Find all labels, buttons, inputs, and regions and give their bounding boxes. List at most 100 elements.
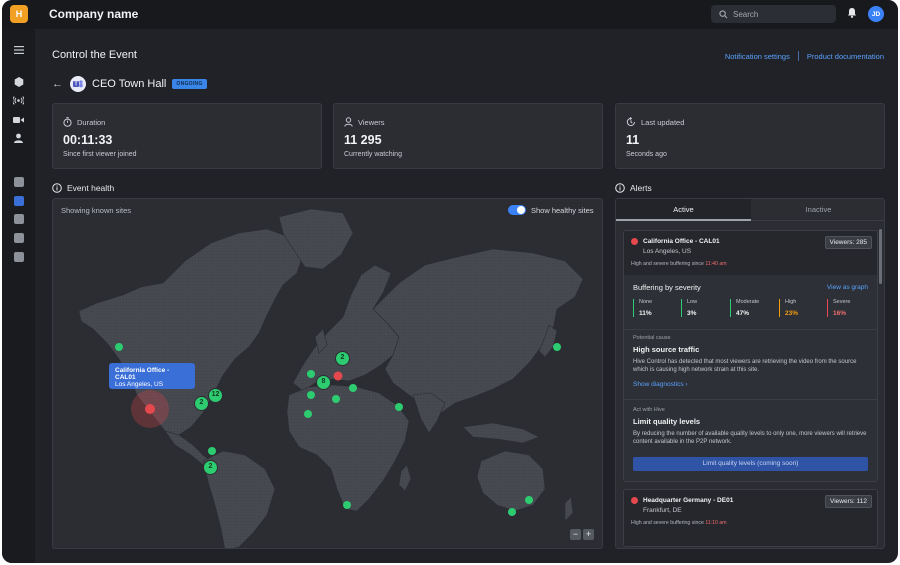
zoom-out-button[interactable]: − bbox=[570, 529, 581, 540]
alert-location: Frankfurt, DE bbox=[643, 507, 682, 514]
cluster-marker-us-east[interactable]: 12 bbox=[208, 388, 223, 403]
severity-none: None 11% bbox=[633, 299, 652, 317]
alert-note: High and severe buffering since 11:10 am bbox=[631, 520, 727, 526]
viewers-label: Viewers bbox=[358, 117, 385, 127]
cluster-marker-europe-north[interactable]: 2 bbox=[335, 351, 350, 366]
last-updated-label: Last updated bbox=[641, 117, 685, 127]
severity-pct: 11% bbox=[639, 310, 652, 317]
healthy-site-marker bbox=[307, 370, 315, 378]
alert-note: High and severe buffering since 11:40 am bbox=[631, 261, 727, 267]
video-camera-icon[interactable] bbox=[13, 114, 24, 125]
show-diagnostics-label: Show diagnostics bbox=[633, 381, 684, 388]
menu-icon[interactable] bbox=[13, 44, 24, 55]
healthy-site-marker bbox=[343, 501, 351, 509]
chevron-right-icon: › bbox=[685, 381, 688, 388]
person-icon bbox=[344, 117, 353, 127]
alerts-panel: Active Inactive California Office - CAL0… bbox=[615, 198, 885, 549]
cluster-marker-europe-central[interactable]: 8 bbox=[316, 375, 331, 390]
act-label: Act with Hive bbox=[633, 407, 665, 413]
viewers-badge: Viewers: 285 bbox=[824, 236, 872, 249]
user-avatar[interactable]: JD bbox=[868, 6, 884, 22]
severity-pct: 47% bbox=[736, 310, 750, 317]
nav-placeholder-icon-1[interactable] bbox=[13, 176, 24, 187]
zoom-in-button[interactable]: + bbox=[583, 529, 594, 540]
alert-location: Los Angeles, US bbox=[643, 248, 692, 255]
alerts-scrollbar[interactable] bbox=[879, 229, 882, 284]
teams-icon: T bbox=[70, 76, 86, 92]
duration-subtext: Since first viewer joined bbox=[63, 151, 137, 158]
severity-low: Low 3% bbox=[681, 299, 697, 317]
cluster-marker-south-america[interactable]: 2 bbox=[203, 460, 218, 475]
severity-title: Buffering by severity bbox=[633, 283, 701, 292]
viewers-badge: Viewers: 112 bbox=[825, 495, 872, 508]
world-map[interactable]: 2 8 12 2 2 Showing known sites Show heal… bbox=[52, 198, 603, 549]
severity-high: High 23% bbox=[779, 299, 798, 317]
severity-pct: 23% bbox=[785, 310, 799, 317]
svg-text:T: T bbox=[74, 82, 77, 88]
event-header: ← T CEO Town Hall ONGOING bbox=[52, 76, 207, 92]
severity-name: Severe bbox=[833, 299, 851, 305]
show-healthy-toggle[interactable]: Show healthy sites bbox=[508, 205, 594, 215]
severity-name: Moderate bbox=[736, 299, 760, 305]
healthy-site-marker bbox=[304, 410, 312, 418]
site-tooltip: California Office - CAL01 Los Angeles, U… bbox=[109, 363, 195, 389]
zoom-controls: − + bbox=[570, 529, 594, 540]
alert-time: 11:10 am bbox=[705, 520, 727, 526]
product-documentation-link[interactable]: Product documentation bbox=[807, 52, 884, 61]
tooltip-title: California Office - CAL01 bbox=[115, 367, 170, 381]
alert-card-de01[interactable]: Headquarter Germany - DE01 Frankfurt, DE… bbox=[623, 489, 878, 547]
healthy-site-marker bbox=[208, 447, 216, 455]
healthy-site-marker bbox=[307, 391, 315, 399]
healthy-site-marker bbox=[395, 403, 403, 411]
back-arrow-icon[interactable]: ← bbox=[52, 78, 63, 90]
nav-placeholder-icon-2-active[interactable] bbox=[13, 195, 24, 206]
notification-settings-link[interactable]: Notification settings bbox=[725, 52, 790, 61]
event-health-heading: Event health bbox=[52, 183, 114, 193]
viewers-card: Viewers 11 295 Currently watching bbox=[333, 103, 603, 169]
refresh-clock-icon bbox=[626, 117, 635, 127]
severity-pct: 16% bbox=[833, 310, 847, 317]
tab-inactive[interactable]: Inactive bbox=[751, 199, 884, 221]
app-window: H Company name Search JD Control the Eve… bbox=[2, 0, 898, 563]
cluster-marker-us-south[interactable]: 2 bbox=[194, 396, 209, 411]
duration-value: 00:11:33 bbox=[63, 133, 113, 147]
user-icon[interactable] bbox=[13, 132, 24, 143]
alert-details: Buffering by severity View as graph None… bbox=[624, 275, 877, 481]
last-updated-label-row: Last updated bbox=[626, 117, 684, 127]
north-america-landmass bbox=[78, 228, 304, 436]
cause-text: Hive Control has detected that most view… bbox=[633, 359, 857, 373]
healthy-site-marker bbox=[525, 496, 533, 504]
company-name: Company name bbox=[49, 7, 139, 21]
nav-placeholder-icon-3[interactable] bbox=[13, 213, 24, 224]
tab-active[interactable]: Active bbox=[616, 199, 751, 221]
hexagon-icon[interactable] bbox=[13, 76, 24, 87]
last-updated-card: Last updated 11 Seconds ago bbox=[615, 103, 885, 169]
healthy-site-marker bbox=[508, 508, 516, 516]
view-as-graph-link[interactable]: View as graph bbox=[827, 284, 868, 291]
search-input[interactable]: Search bbox=[711, 5, 836, 23]
nav-placeholder-icon-4[interactable] bbox=[13, 232, 24, 243]
show-diagnostics-link[interactable]: Show diagnostics › bbox=[633, 381, 688, 388]
cause-label: Potential cause bbox=[633, 335, 671, 341]
nav-placeholder-icon-5[interactable] bbox=[13, 251, 24, 262]
info-icon bbox=[615, 183, 625, 193]
page-title: Control the Event bbox=[52, 49, 137, 61]
new-zealand-landmass bbox=[564, 496, 574, 522]
top-bar: H Company name Search JD bbox=[2, 0, 898, 29]
indonesia-landmass bbox=[462, 422, 540, 444]
california-alert-marker bbox=[145, 404, 155, 414]
madagascar-landmass bbox=[398, 464, 412, 492]
central-america-landmass bbox=[164, 430, 212, 466]
alerts-tabs: Active Inactive bbox=[616, 199, 884, 221]
germany-alert-marker bbox=[333, 371, 343, 381]
severity-severe: Severe 16% bbox=[827, 299, 850, 317]
broadcast-icon[interactable] bbox=[13, 95, 24, 106]
healthy-site-marker bbox=[553, 343, 561, 351]
severity-moderate: Moderate 47% bbox=[730, 299, 759, 317]
alert-title: Headquarter Germany - DE01 bbox=[643, 497, 734, 504]
alert-severity-dot bbox=[631, 238, 638, 245]
alert-card-cal01[interactable]: California Office - CAL01 Los Angeles, U… bbox=[623, 230, 878, 482]
bell-icon[interactable] bbox=[847, 7, 857, 18]
limit-quality-button[interactable]: Limit quality levels (coming soon) bbox=[633, 457, 868, 471]
toggle-switch[interactable] bbox=[508, 205, 526, 215]
